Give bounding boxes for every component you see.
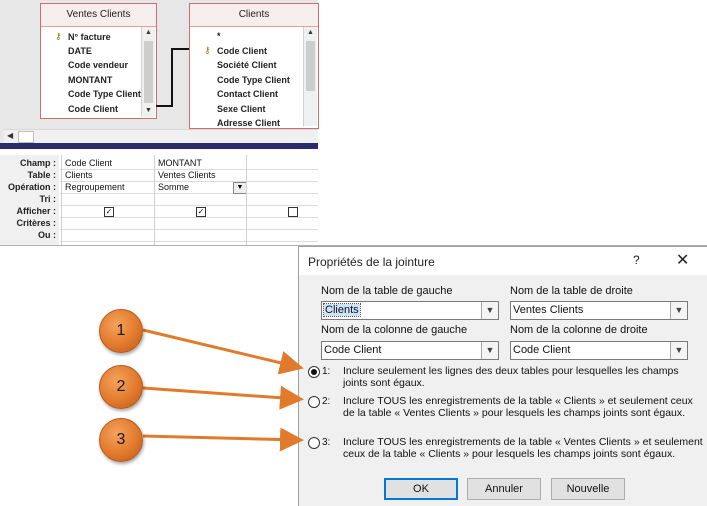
arrow-2	[142, 385, 304, 410]
close-icon[interactable]: ✕	[676, 250, 689, 270]
scroll-up-icon[interactable]: ▲	[304, 27, 317, 39]
left-column-label: Nom de la colonne de gauche	[321, 324, 468, 336]
field-item[interactable]: Code vendeur	[68, 60, 128, 70]
join-option-3-radio[interactable]	[308, 437, 320, 449]
field-item[interactable]: DATE	[68, 46, 92, 56]
chevron-down-icon[interactable]: ▼	[481, 342, 498, 359]
chevron-down-icon[interactable]: ▼	[670, 302, 687, 319]
table-ventes-clients[interactable]: Ventes Clients ⚷ N° facture DATE Code ve…	[40, 3, 157, 119]
field-item[interactable]: Contact Client	[217, 89, 278, 99]
chevron-down-icon[interactable]: ▼	[233, 182, 247, 194]
field-item[interactable]: Code Client	[68, 104, 118, 114]
scroll-thumb[interactable]	[306, 41, 315, 91]
option-number: 2:	[322, 396, 331, 407]
grid-column-2[interactable]: MONTANT Ventes Clients Somme ▼ ✓	[154, 155, 247, 245]
grid-row-labels: Champ : Table : Opération : Tri : Affich…	[0, 155, 59, 245]
right-column-select[interactable]: Code Client ▼	[510, 341, 688, 360]
cell-operation[interactable]: Regroupement	[65, 182, 125, 192]
help-button[interactable]: ?	[633, 253, 640, 267]
option-number: 3:	[322, 437, 331, 448]
show-checkbox[interactable]	[288, 207, 298, 217]
cell-operation[interactable]: Somme	[158, 182, 189, 192]
cell-table[interactable]: Clients	[65, 170, 93, 180]
key-icon: ⚷	[204, 45, 211, 55]
cell-champ[interactable]: Code Client	[65, 158, 112, 168]
table-scrollbar[interactable]: ▲ ▼	[141, 27, 155, 117]
right-table-value: Ventes Clients	[513, 304, 584, 316]
table-scrollbar[interactable]: ▲	[303, 27, 317, 126]
join-option-1-radio[interactable]	[308, 366, 320, 378]
field-item[interactable]: Code Type Client	[217, 75, 290, 85]
row-label-table: Table :	[27, 170, 56, 180]
left-column-select[interactable]: Code Client ▼	[321, 341, 499, 360]
field-item[interactable]: MONTANT	[68, 75, 112, 85]
dialog-titlebar[interactable]: Propriétés de la jointure ? ✕	[299, 247, 707, 275]
scroll-up-icon[interactable]: ▲	[142, 27, 155, 39]
annotation-bubble-2: 2	[99, 365, 143, 409]
grid-column-1[interactable]: Code Client Clients Regroupement ✓	[61, 155, 155, 245]
table-clients[interactable]: Clients * ⚷ Code Client Société Client C…	[189, 3, 319, 129]
key-icon: ⚷	[55, 31, 62, 41]
join-option-2-label[interactable]: Inclure TOUS les enregistrements de la t…	[343, 395, 703, 419]
row-label-tri: Tri :	[39, 194, 56, 204]
row-label-ou: Ou :	[38, 230, 56, 240]
join-properties-dialog: Propriétés de la jointure ? ✕ Nom de la …	[298, 246, 707, 506]
field-item[interactable]: Code Client	[217, 46, 267, 56]
annotation-bubble-1: 1	[99, 309, 143, 353]
scroll-thumb[interactable]	[18, 131, 34, 143]
grid-column-3[interactable]	[246, 155, 319, 245]
table-title[interactable]: Clients	[190, 4, 318, 27]
option-number: 1:	[322, 366, 331, 377]
show-checkbox[interactable]: ✓	[104, 207, 114, 217]
left-table-label: Nom de la table de gauche	[321, 285, 453, 297]
right-table-select[interactable]: Ventes Clients ▼	[510, 301, 688, 320]
row-label-afficher: Afficher :	[16, 206, 56, 216]
ok-button[interactable]: OK	[384, 478, 458, 500]
right-table-label: Nom de la table de droite	[510, 285, 633, 297]
join-option-3-label[interactable]: Inclure TOUS les enregistrements de la t…	[343, 436, 703, 460]
scroll-thumb[interactable]	[144, 41, 153, 103]
table-title[interactable]: Ventes Clients	[41, 4, 156, 27]
right-column-label: Nom de la colonne de droite	[510, 324, 648, 336]
join-option-1-label[interactable]: Inclure seulement les lignes des deux ta…	[343, 365, 703, 389]
field-item[interactable]: Sexe Client	[217, 104, 266, 114]
chevron-down-icon[interactable]: ▼	[670, 342, 687, 359]
row-label-operation: Opération :	[7, 182, 56, 192]
field-item[interactable]: *	[217, 31, 221, 41]
right-column-value: Code Client	[513, 344, 571, 356]
horizontal-scrollbar[interactable]: ◀	[4, 129, 318, 143]
field-item[interactable]: Code Type Client	[68, 89, 141, 99]
scroll-down-icon[interactable]: ▼	[142, 105, 155, 117]
annotation-bubble-3: 3	[99, 418, 143, 462]
query-designer: Ventes Clients ⚷ N° facture DATE Code ve…	[0, 0, 319, 245]
cancel-button[interactable]: Annuler	[467, 478, 541, 500]
tables-pane: Ventes Clients ⚷ N° facture DATE Code ve…	[0, 0, 319, 143]
field-item[interactable]: Société Client	[217, 60, 277, 70]
field-item[interactable]: N° facture	[68, 32, 111, 42]
new-button[interactable]: Nouvelle	[551, 478, 625, 500]
left-column-value: Code Client	[324, 344, 382, 356]
arrow-1	[142, 328, 304, 375]
dialog-title: Propriétés de la jointure	[308, 255, 435, 269]
chevron-down-icon[interactable]: ▼	[481, 302, 498, 319]
field-item[interactable]: Adresse Client	[217, 118, 280, 128]
row-label-criteres: Critères :	[16, 218, 56, 228]
row-label-champ: Champ :	[20, 158, 56, 168]
left-table-select[interactable]: Clients ▼	[321, 301, 499, 320]
cell-champ[interactable]: MONTANT	[158, 158, 202, 168]
left-table-value: Clients	[323, 303, 361, 317]
join-option-2-radio[interactable]	[308, 396, 320, 408]
show-checkbox[interactable]: ✓	[196, 207, 206, 217]
scroll-left-icon[interactable]: ◀	[7, 131, 13, 140]
cell-table[interactable]: Ventes Clients	[158, 170, 216, 180]
arrow-3	[142, 427, 304, 452]
